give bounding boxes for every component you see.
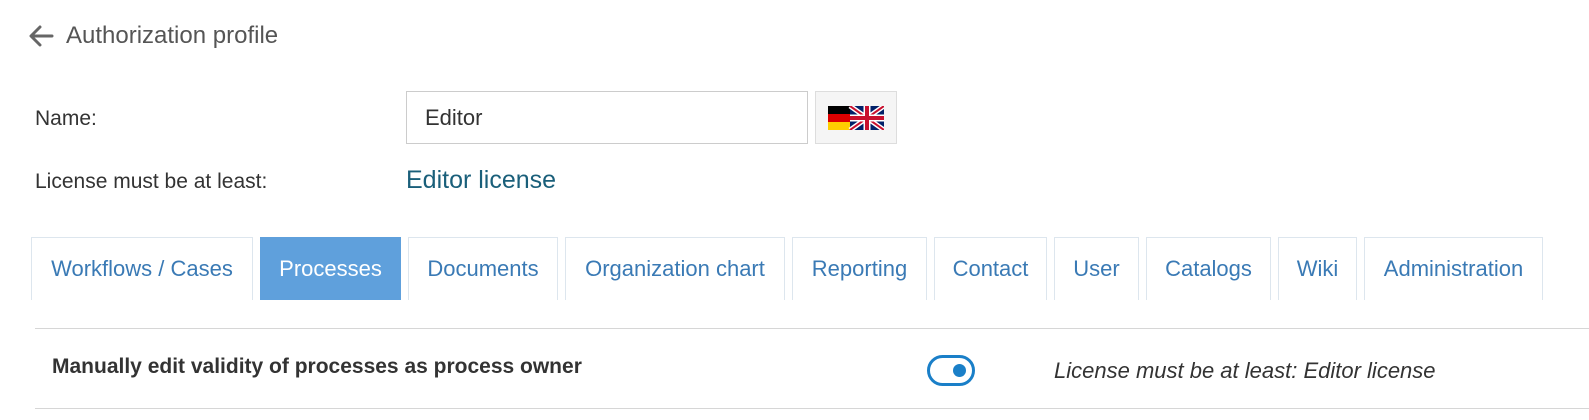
permission-toggle[interactable] (927, 355, 975, 386)
tab-wiki[interactable]: Wiki (1278, 237, 1357, 300)
license-link[interactable]: Editor license (406, 166, 556, 195)
arrow-left-icon[interactable] (28, 23, 54, 49)
tab-organization-chart[interactable]: Organization chart (565, 237, 785, 300)
divider (35, 408, 1589, 409)
tab-bar: Workflows / Cases Processes Documents Or… (31, 237, 1550, 300)
divider (35, 328, 1589, 329)
name-label: Name: (35, 107, 97, 130)
tab-administration[interactable]: Administration (1364, 237, 1543, 300)
tab-contact[interactable]: Contact (934, 237, 1047, 300)
tab-workflows-cases[interactable]: Workflows / Cases (31, 237, 253, 300)
name-input[interactable] (406, 91, 808, 144)
tab-user[interactable]: User (1054, 237, 1139, 300)
permission-label: Manually edit validity of processes as p… (52, 355, 582, 378)
page-header: Authorization profile (28, 20, 278, 52)
permission-license-note: License must be at least: Editor license (1054, 358, 1436, 383)
tab-processes[interactable]: Processes (260, 237, 401, 300)
toggle-knob (953, 364, 966, 377)
tab-documents[interactable]: Documents (408, 237, 558, 300)
tab-reporting[interactable]: Reporting (792, 237, 927, 300)
page-title: Authorization profile (66, 22, 279, 49)
flags-icon (828, 105, 884, 130)
license-label: License must be at least: (35, 170, 268, 193)
tab-catalogs[interactable]: Catalogs (1146, 237, 1271, 300)
german-flag-icon (828, 105, 852, 130)
language-button[interactable] (815, 91, 897, 144)
uk-flag-icon (848, 105, 884, 130)
